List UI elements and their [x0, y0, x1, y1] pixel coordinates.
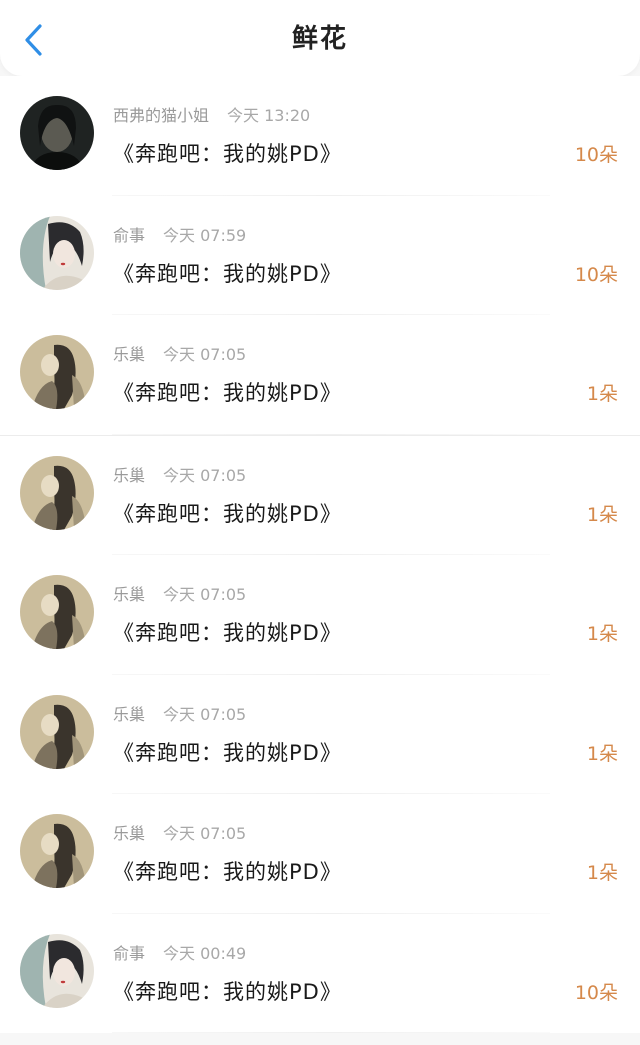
sepia-portrait-icon: [20, 814, 94, 888]
record-meta: 俞事 今天 07:59: [113, 222, 246, 246]
avatar[interactable]: [20, 335, 94, 409]
user-name: 西弗的猫小姐: [113, 106, 210, 125]
avatar[interactable]: [20, 814, 94, 888]
timestamp: 今天 07:05: [163, 345, 247, 364]
avatar[interactable]: [20, 96, 94, 170]
timestamp: 今天 07:59: [163, 225, 247, 245]
avatar[interactable]: [20, 694, 94, 769]
book-title[interactable]: 《奔跑吧：我的姚PD》: [113, 498, 342, 528]
flower-count: 1朵: [586, 742, 618, 765]
flower-count: 10朵: [574, 144, 618, 166]
book-title[interactable]: 《奔跑吧：我的姚PD》: [113, 258, 342, 288]
page-title: 鲜花: [291, 24, 348, 54]
flower-count: 1朵: [586, 503, 618, 526]
user-name: 乐巢: [113, 345, 146, 364]
list-item[interactable]: 俞事 今天 07:59 《奔跑吧：我的姚PD》 10朵: [0, 195, 640, 315]
sepia-portrait-icon: [20, 575, 94, 649]
list-item[interactable]: 西弗的猫小姐 今天 13:20 《奔跑吧：我的姚PD》 10朵: [0, 76, 640, 196]
flower-count: 1朵: [586, 862, 618, 884]
avatar[interactable]: [20, 575, 94, 649]
user-name: 乐巢: [113, 824, 146, 843]
flower-count: 10朵: [574, 981, 618, 1004]
book-title[interactable]: 《奔跑吧：我的姚PD》: [113, 856, 342, 886]
list-item[interactable]: 乐巢 今天 07:05 《奔跑吧：我的姚PD》 1朵: [0, 315, 640, 436]
list-item[interactable]: 乐巢 今天 07:05 《奔跑吧：我的姚PD》 1朵: [0, 794, 640, 914]
list-item[interactable]: 乐巢 今天 07:05 《奔跑吧：我的姚PD》 1朵: [0, 674, 640, 794]
sepia-portrait-icon: [20, 335, 94, 409]
timestamp: 今天 07:05: [163, 465, 247, 485]
book-title[interactable]: 《奔跑吧：我的姚PD》: [113, 737, 342, 767]
avatar[interactable]: [20, 933, 94, 1008]
record-meta: 俞事 今天 00:49: [113, 940, 246, 964]
user-name: 俞事: [113, 943, 146, 963]
sepia-portrait-icon: [20, 455, 94, 530]
dark-portrait-icon: [20, 96, 94, 170]
book-title[interactable]: 《奔跑吧：我的姚PD》: [113, 976, 342, 1006]
timestamp: 今天 07:05: [163, 704, 247, 724]
sepia-portrait-icon: [20, 694, 94, 769]
flower-record-list: 西弗的猫小姐 今天 13:20 《奔跑吧：我的姚PD》 10朵 俞事 今天 07:5…: [0, 76, 640, 1033]
record-meta: 乐巢 今天 07:05: [113, 462, 246, 486]
timestamp: 今天 07:05: [163, 585, 247, 604]
record-meta: 西弗的猫小姐 今天 13:20: [113, 102, 310, 126]
record-meta: 乐巢 今天 07:05: [113, 701, 246, 725]
user-name: 乐巢: [113, 585, 146, 604]
record-meta: 乐巢 今天 07:05: [113, 341, 246, 365]
list-item[interactable]: 俞事 今天 00:49 《奔跑吧：我的姚PD》 10朵: [0, 913, 640, 1033]
avatar[interactable]: [20, 455, 94, 530]
top-bar: 鲜花: [0, 0, 640, 76]
flower-count: 1朵: [586, 623, 618, 645]
book-title[interactable]: 《奔跑吧：我的姚PD》: [113, 617, 342, 647]
flower-count: 1朵: [586, 383, 618, 405]
record-meta: 乐巢 今天 07:05: [113, 820, 246, 844]
book-title[interactable]: 《奔跑吧：我的姚PD》: [113, 377, 342, 407]
avatar[interactable]: [20, 215, 94, 290]
timestamp: 今天 07:05: [163, 824, 247, 843]
book-title[interactable]: 《奔跑吧：我的姚PD》: [113, 138, 342, 168]
ink-portrait-icon: [20, 933, 94, 1008]
timestamp: 今天 13:20: [227, 106, 311, 125]
user-name: 乐巢: [113, 465, 146, 485]
list-item[interactable]: 乐巢 今天 07:05 《奔跑吧：我的姚PD》 1朵: [0, 435, 640, 555]
flower-count: 10朵: [574, 263, 618, 286]
timestamp: 今天 00:49: [163, 943, 247, 963]
user-name: 乐巢: [113, 704, 146, 724]
ink-portrait-icon: [20, 215, 94, 290]
record-meta: 乐巢 今天 07:05: [113, 581, 246, 605]
list-item[interactable]: 乐巢 今天 07:05 《奔跑吧：我的姚PD》 1朵: [0, 555, 640, 675]
user-name: 俞事: [113, 225, 146, 245]
